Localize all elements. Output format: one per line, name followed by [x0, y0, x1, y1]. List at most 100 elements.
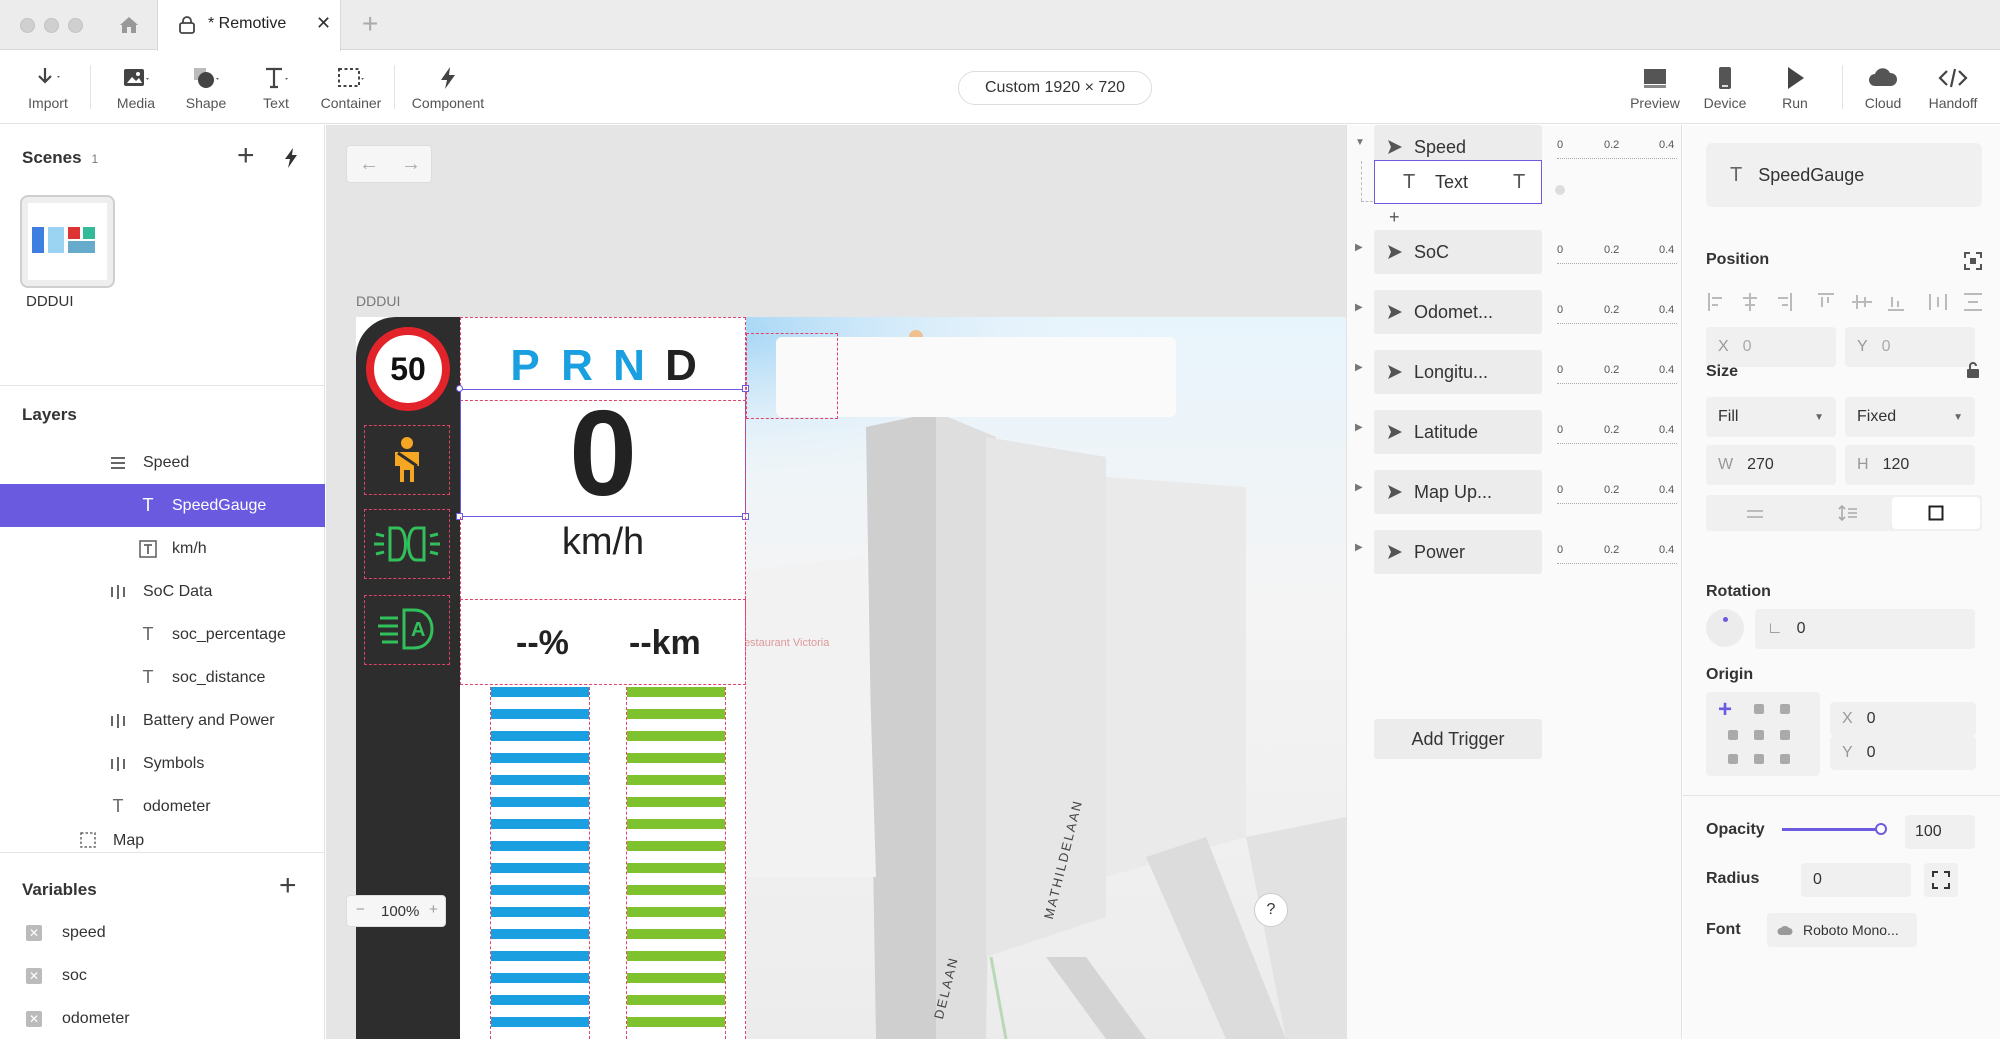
variable-soc[interactable]: ✕ soc — [26, 961, 87, 991]
timeline-child-text[interactable]: T Text T — [1374, 160, 1542, 204]
timeline-row[interactable]: ▶ Latitude 0 0.2 0.4 — [1347, 410, 1681, 460]
import-button[interactable]: Import — [18, 63, 78, 119]
layer-symbols[interactable]: Symbols — [0, 742, 325, 785]
layer-soc-percentage[interactable]: T soc_percentage — [0, 613, 325, 656]
hug-icon[interactable] — [1746, 507, 1764, 521]
position-y-field[interactable]: Y0 — [1845, 327, 1975, 367]
width-mode-select[interactable]: Fill ▼ — [1706, 397, 1836, 437]
variable-odometer[interactable]: ✕ odometer — [26, 1004, 130, 1034]
element-name-field[interactable]: T SpeedGauge — [1706, 143, 1982, 207]
text-style-icon[interactable]: T — [1513, 171, 1525, 194]
fixed-box-icon[interactable] — [1892, 497, 1980, 529]
timeline-row[interactable]: ▶ Longitu... 0 0.2 0.4 — [1347, 350, 1681, 400]
rotation-dial[interactable] — [1706, 609, 1744, 647]
line-height-icon[interactable] — [1838, 504, 1858, 522]
canvas-size-selector[interactable]: Custom 1920 × 720 — [958, 71, 1152, 105]
dashboard-frame[interactable]: Restaurant Victoria MATHILDELAAN DELAAN … — [356, 317, 1346, 1039]
timeline-row[interactable]: ▶ Power 0 0.2 0.4 — [1347, 530, 1681, 580]
add-trigger-button[interactable]: Add Trigger — [1374, 719, 1542, 759]
timeline-ruler[interactable] — [1557, 438, 1677, 444]
media-button[interactable]: Media — [106, 63, 166, 119]
timeline-row[interactable]: ▶ Map Up... 0 0.2 0.4 — [1347, 470, 1681, 520]
height-mode-select[interactable]: Fixed ▼ — [1845, 397, 1975, 437]
timeline-ruler[interactable] — [1557, 318, 1677, 324]
timeline-row[interactable]: ▶ Odomet... 0 0.2 0.4 — [1347, 290, 1681, 340]
layer-soc-data[interactable]: SoC Data — [0, 570, 325, 613]
preview-button[interactable]: Preview — [1620, 63, 1690, 119]
opacity-slider-thumb[interactable] — [1875, 823, 1887, 835]
chevron-down-icon[interactable]: ▼ — [1355, 137, 1365, 148]
timeline-row-label[interactable]: Power — [1374, 530, 1542, 574]
handoff-button[interactable]: Handoff — [1918, 63, 1988, 119]
resize-handle[interactable] — [456, 385, 463, 392]
container-button[interactable]: Container — [318, 63, 384, 119]
lock-aspect-icon[interactable] — [1965, 361, 1981, 379]
timeline-row-label[interactable]: Map Up... — [1374, 470, 1542, 514]
timeline-row-label[interactable]: Longitu... — [1374, 350, 1542, 394]
independent-corners-icon[interactable] — [1924, 863, 1958, 897]
variable-speed[interactable]: ✕ speed — [26, 918, 106, 948]
timeline-row[interactable]: ▶ SoC 0 0.2 0.4 — [1347, 230, 1681, 280]
window-close-button[interactable] — [20, 18, 35, 33]
new-tab-button[interactable]: + — [362, 8, 378, 40]
device-button[interactable]: Device — [1690, 63, 1760, 119]
tab-remotive[interactable]: * Remotive ✕ — [157, 0, 341, 51]
redo-arrow-icon[interactable]: → — [401, 153, 421, 176]
opacity-field[interactable]: 100 — [1905, 815, 1975, 849]
tab-close-icon[interactable]: ✕ — [316, 13, 331, 34]
timeline-row-label[interactable]: Odomet... — [1374, 290, 1542, 334]
layer-soc-distance[interactable]: T soc_distance — [0, 656, 325, 699]
font-family-select[interactable]: Roboto Mono... — [1767, 913, 1917, 947]
home-icon[interactable] — [118, 15, 140, 35]
add-scene-button[interactable]: + — [237, 139, 255, 173]
timeline-ruler[interactable] — [1557, 498, 1677, 504]
origin-y-field[interactable]: Y0 — [1830, 736, 1976, 770]
origin-x-field[interactable]: X0 — [1830, 702, 1976, 736]
zoom-in-button[interactable]: + — [429, 901, 438, 918]
text-button[interactable]: Text — [246, 63, 306, 119]
timeline-ruler[interactable] — [1557, 153, 1677, 159]
undo-arrow-icon[interactable]: ← — [359, 153, 379, 176]
chevron-right-icon[interactable]: ▶ — [1355, 482, 1363, 493]
shape-button[interactable]: Shape — [176, 63, 236, 119]
focus-frame-icon[interactable] — [1963, 251, 1983, 271]
height-field[interactable]: H 120 — [1845, 445, 1975, 485]
window-minimize-button[interactable] — [44, 18, 59, 33]
chevron-right-icon[interactable]: ▶ — [1355, 362, 1363, 373]
scene-thumbnail[interactable] — [20, 195, 115, 288]
width-field[interactable]: W 270 — [1706, 445, 1836, 485]
layer-kmh[interactable]: km/h — [0, 527, 325, 570]
add-variable-button[interactable]: + — [279, 869, 297, 903]
keyframe-dot[interactable] — [1555, 185, 1565, 195]
timeline-ruler[interactable] — [1557, 258, 1677, 264]
component-button[interactable]: Component — [408, 63, 488, 119]
scene-lightning-icon[interactable] — [282, 147, 300, 169]
timeline-ruler[interactable] — [1557, 378, 1677, 384]
help-button[interactable]: ? — [1254, 893, 1288, 927]
run-button[interactable]: Run — [1760, 63, 1830, 119]
timeline-row-label[interactable]: SoC — [1374, 230, 1542, 274]
layer-odometer[interactable]: T odometer — [0, 785, 325, 828]
chevron-right-icon[interactable]: ▶ — [1355, 422, 1363, 433]
chevron-right-icon[interactable]: ▶ — [1355, 542, 1363, 553]
window-zoom-button[interactable] — [68, 18, 83, 33]
zoom-out-button[interactable]: − — [356, 901, 365, 918]
opacity-slider[interactable] — [1782, 828, 1882, 831]
cloud-button[interactable]: Cloud — [1848, 63, 1918, 119]
zoom-level[interactable]: 100% — [381, 903, 419, 920]
timeline-row-label[interactable]: Latitude — [1374, 410, 1542, 454]
chevron-right-icon[interactable]: ▶ — [1355, 242, 1363, 253]
rotation-field[interactable]: ∟ 0 — [1755, 609, 1975, 649]
timeline-ruler[interactable] — [1557, 558, 1677, 564]
design-canvas[interactable]: ← → DDDUI Restaurant Victoria MATHILDELA… — [326, 125, 1346, 1039]
chevron-right-icon[interactable]: ▶ — [1355, 302, 1363, 313]
origin-grid[interactable]: + — [1706, 692, 1820, 776]
layer-battery-and-power[interactable]: Battery and Power — [0, 699, 325, 742]
add-timeline-child-button[interactable]: + — [1389, 207, 1400, 228]
radius-field[interactable]: 0 — [1801, 863, 1911, 897]
layer-speed[interactable]: Speed — [0, 441, 325, 484]
layer-map[interactable]: Map — [0, 828, 325, 852]
layer-speedgauge[interactable]: T SpeedGauge — [0, 484, 325, 527]
speed-gauge[interactable]: 0 — [460, 389, 746, 517]
position-x-field[interactable]: X0 — [1706, 327, 1836, 367]
